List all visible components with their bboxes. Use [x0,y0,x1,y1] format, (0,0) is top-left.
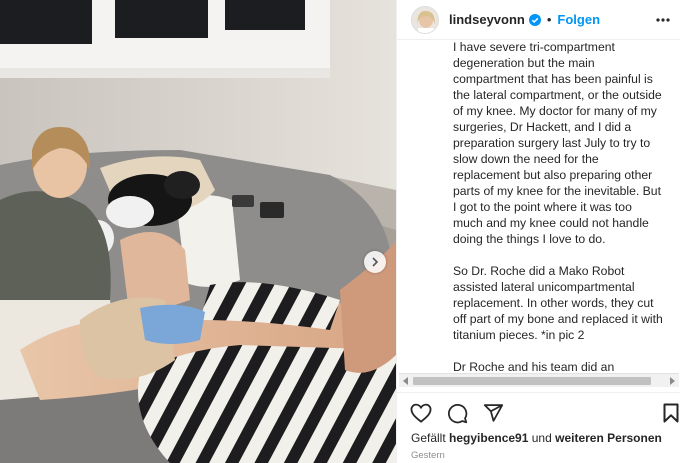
likes-summary: Gefällt hegyibence91 und weiteren Person… [411,431,662,445]
likes-prefix: Gefällt [411,431,446,445]
horizontal-scrollbar[interactable] [399,373,679,387]
comment-icon[interactable] [445,401,469,425]
next-image-button[interactable] [364,251,386,273]
caption-paragraph: So Dr. Roche did a Mako Robot assisted l… [453,264,663,342]
chevron-right-icon [372,257,379,267]
more-options-icon[interactable] [655,12,671,28]
scroll-right-arrow[interactable] [670,377,675,385]
post-date[interactable]: Gestern [411,450,445,461]
post-actions [397,392,680,430]
bookmark-icon[interactable] [659,401,680,425]
post-image [0,0,396,463]
post-caption: I have severe tri-compartment degenerati… [453,40,665,372]
post-sidebar: lindseyvonn • Folgen I have severe tri-c… [396,0,680,463]
caption-scroll-area[interactable]: I have severe tri-compartment degenerati… [397,40,680,372]
heart-icon[interactable] [409,401,433,425]
scrollbar-thumb[interactable] [413,377,651,385]
avatar[interactable] [411,5,439,34]
likes-middle: und [531,431,552,445]
verified-badge-icon [528,13,541,26]
avatar-image [412,6,438,33]
scroll-left-arrow[interactable] [403,377,408,385]
caption-paragraph: I have severe tri-compartment degenerati… [453,40,662,246]
post-photo[interactable] [0,0,396,463]
username[interactable]: lindseyvonn [449,12,525,27]
others-likes-link[interactable]: weiteren Personen [555,431,662,445]
separator-dot: • [546,12,552,27]
post-header: lindseyvonn • Folgen [397,0,680,40]
instagram-post-view: lindseyvonn • Folgen I have severe tri-c… [0,0,680,463]
liked-by-user-link[interactable]: hegyibence91 [449,431,528,445]
follow-button[interactable]: Folgen [557,12,600,27]
caption-paragraph: Dr Roche and his team did an [453,360,615,372]
share-icon[interactable] [481,401,505,425]
